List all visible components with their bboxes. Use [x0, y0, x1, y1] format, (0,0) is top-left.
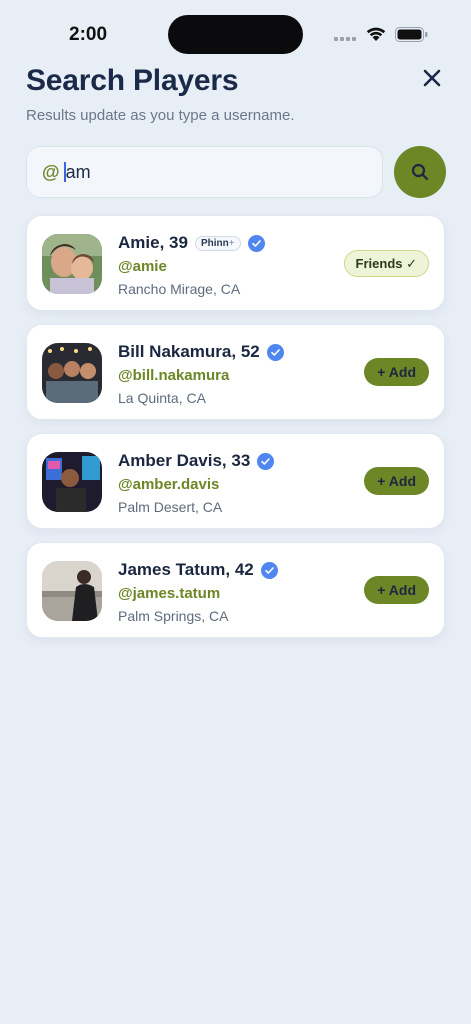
name-row: James Tatum, 42 — [118, 560, 278, 580]
membership-badge: Phinn+ — [194, 235, 241, 251]
player-handle: @amie — [118, 258, 167, 275]
player-name: Bill Nakamura, 52 — [118, 342, 260, 361]
name-row: Amber Davis, 33 — [118, 451, 275, 471]
at-prefix: @ — [42, 161, 60, 182]
results-list: Amie, 39 Phinn+ @amie Rancho Mirage, CA … — [26, 215, 445, 651]
player-location: La Quinta, CA — [118, 390, 206, 406]
status-bar: 2:00 — [0, 0, 471, 60]
dynamic-island — [168, 15, 303, 54]
add-friend-button[interactable]: + Add — [364, 467, 429, 495]
cellular-signal-icon — [334, 37, 356, 41]
verified-icon — [247, 234, 265, 252]
text-caret — [63, 162, 66, 182]
player-handle: @bill.nakamura — [118, 367, 230, 384]
player-card[interactable]: Amber Davis, 33 @amber.davis Palm Desert… — [26, 433, 445, 529]
close-icon — [423, 69, 441, 87]
player-card[interactable]: Bill Nakamura, 52 @bill.nakamura La Quin… — [26, 324, 445, 420]
wifi-icon — [366, 27, 386, 41]
player-location: Rancho Mirage, CA — [118, 281, 241, 297]
membership-badge-suffix: + — [228, 237, 235, 249]
verified-icon — [257, 452, 275, 470]
avatar — [42, 234, 102, 294]
avatar — [42, 343, 102, 403]
name-row: Bill Nakamura, 52 — [118, 342, 284, 362]
search-button[interactable] — [394, 146, 446, 198]
avatar — [42, 561, 102, 621]
add-friend-button[interactable]: + Add — [364, 576, 429, 604]
verified-icon — [266, 343, 284, 361]
player-location: Palm Springs, CA — [118, 608, 229, 624]
player-card[interactable]: Amie, 39 Phinn+ @amie Rancho Mirage, CA … — [26, 215, 445, 311]
search-icon — [411, 163, 429, 181]
page-subtitle: Results update as you type a username. — [26, 107, 295, 124]
add-friend-button[interactable]: + Add — [364, 358, 429, 386]
close-button[interactable] — [420, 66, 444, 90]
battery-icon — [395, 27, 428, 42]
name-row: Amie, 39 Phinn+ — [118, 233, 265, 253]
search-field[interactable]: @ — [26, 146, 383, 198]
player-name: Amie, 39 — [118, 233, 188, 252]
player-handle: @james.tatum — [118, 585, 221, 602]
verified-icon — [260, 561, 278, 579]
page-title: Search Players — [26, 64, 239, 97]
search-input[interactable] — [65, 161, 346, 183]
player-name: James Tatum, 42 — [118, 560, 254, 579]
player-name: Amber Davis, 33 — [118, 451, 251, 470]
player-location: Palm Desert, CA — [118, 499, 223, 515]
player-card[interactable]: James Tatum, 42 @james.tatum Palm Spring… — [26, 542, 445, 638]
friends-button[interactable]: Friends ✓ — [343, 250, 429, 277]
player-handle: @amber.davis — [118, 476, 220, 493]
membership-badge-label: Phinn — [200, 237, 229, 249]
avatar — [42, 452, 102, 512]
status-time: 2:00 — [69, 24, 108, 45]
